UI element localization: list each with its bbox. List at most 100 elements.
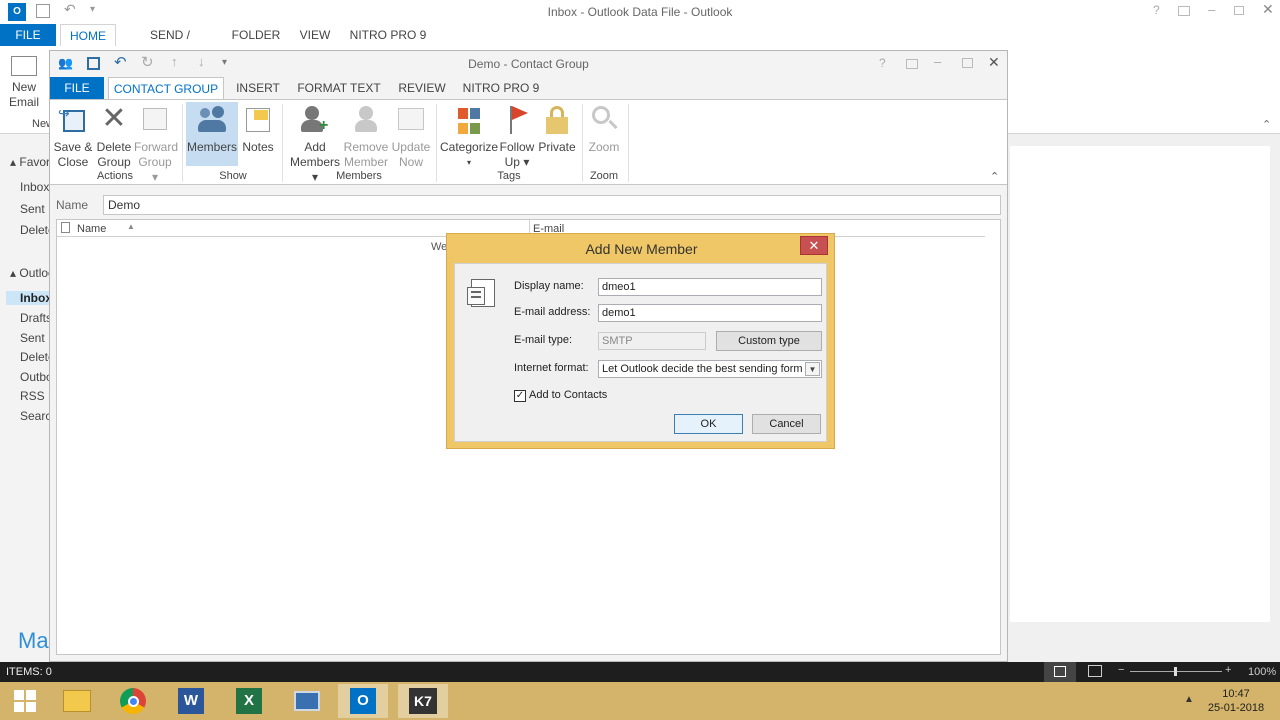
chrome-icon [120, 688, 146, 714]
zoom-out-icon[interactable]: − [1118, 664, 1124, 676]
email-address-input[interactable]: demo1 [598, 304, 822, 322]
k7-icon: K7 [409, 688, 437, 714]
zoom-slider[interactable] [1130, 667, 1222, 676]
outlook-titlebar: O ↶ ▾ Inbox - Outlook Data File - Outloo… [0, 0, 1280, 24]
cancel-button[interactable]: Cancel [752, 414, 821, 434]
tab-nitro[interactable]: NITRO PRO 9 [348, 24, 428, 46]
chevron-down-icon[interactable]: ▼ [805, 362, 820, 376]
notes-button[interactable]: Notes [240, 104, 276, 155]
close-icon[interactable]: ✕ [988, 54, 1000, 71]
folder-icon [63, 690, 91, 712]
icon-column-icon[interactable] [61, 222, 70, 233]
save-close-label-1: Save & [53, 140, 93, 154]
clock[interactable]: 10:47 25-01-2018 [1200, 687, 1272, 715]
add-new-member-dialog: Add New Member ✕ Display name: dmeo1 E-m… [446, 233, 835, 449]
notes-label: Notes [242, 140, 274, 154]
taskbar-excel[interactable]: X [224, 684, 274, 718]
taskbar-k7[interactable]: K7 [398, 684, 448, 718]
delete-group-button[interactable]: ✕ Delete Group [94, 104, 134, 170]
delete-x-icon: ✕ [101, 102, 127, 135]
add-to-contacts-checkbox[interactable]: ✓ [514, 390, 526, 402]
nav-outbox[interactable]: Outbox [20, 370, 50, 384]
remove-member-button[interactable]: Remove Member [342, 104, 390, 170]
monitor-icon [294, 691, 320, 711]
help-icon[interactable]: ? [1153, 3, 1160, 17]
nav-sent[interactable]: Sent Items [20, 331, 50, 345]
taskbar-outlook[interactable]: O [338, 684, 388, 718]
tab-nitro[interactable]: NITRO PRO 9 [460, 77, 542, 99]
taskbar-word[interactable]: W [166, 684, 216, 718]
display-name-input[interactable]: dmeo1 [598, 278, 822, 296]
maximize-icon[interactable] [1234, 6, 1244, 15]
add-to-contacts-label[interactable]: Add to Contacts [529, 389, 607, 401]
internet-format-select[interactable]: Let Outlook decide the best sending form [598, 360, 822, 378]
email-address-label: E-mail address: [514, 306, 591, 318]
email-type-input[interactable]: SMTP [598, 332, 706, 350]
ribbon-separator [282, 104, 283, 182]
start-button[interactable] [0, 684, 50, 718]
nav-deleted[interactable]: Deleted Items [20, 350, 50, 364]
zoom-level[interactable]: 100% [1248, 666, 1276, 678]
tray-chevron-icon[interactable]: ▲ [1184, 694, 1194, 705]
tab-folder[interactable]: FOLDER [230, 24, 282, 46]
nav-fav-inbox[interactable]: Inbox [20, 180, 50, 194]
taskbar-file-explorer[interactable] [52, 684, 102, 718]
update-now-button[interactable]: Update Now [390, 104, 432, 170]
taskbar-network-app[interactable] [282, 684, 332, 718]
collapse-ribbon-icon[interactable]: ⌃ [990, 170, 999, 183]
favorites-header[interactable]: ▴ Favorites [10, 155, 52, 169]
mail-nav-label[interactable]: Ma [18, 628, 49, 654]
minimize-icon[interactable]: – [1208, 2, 1215, 17]
minimize-icon[interactable]: – [934, 54, 941, 69]
ribbon-separator [436, 104, 437, 182]
categorize-button[interactable]: Categorize ▾ [440, 104, 498, 170]
tab-insert[interactable]: INSERT [232, 77, 284, 99]
nav-inbox[interactable]: Inbox [6, 291, 52, 305]
collapse-ribbon-icon[interactable]: ⌃ [1262, 118, 1271, 131]
taskbar-chrome[interactable] [108, 684, 158, 718]
private-button[interactable]: Private [536, 104, 578, 155]
custom-type-button[interactable]: Custom type [716, 331, 822, 351]
outlook-ribbon-tabs: FILE HOME SEND / RECEIVE FOLDER VIEW NIT… [0, 24, 1280, 64]
group-name-input[interactable]: Demo [103, 195, 1001, 215]
display-name-label: Display name: [514, 280, 584, 292]
tab-home[interactable]: HOME [60, 24, 116, 46]
help-icon[interactable]: ? [879, 56, 886, 70]
ribbon-display-icon[interactable] [906, 59, 918, 69]
nav-search-folders[interactable]: Search Folders [20, 409, 50, 423]
maximize-icon[interactable] [962, 58, 973, 68]
nav-drafts[interactable]: Drafts [20, 311, 50, 325]
ribbon-separator [582, 104, 583, 182]
zoom-label: Zoom [588, 140, 620, 154]
reading-view-icon[interactable] [1088, 665, 1102, 677]
zoom-button[interactable]: Zoom [584, 104, 624, 155]
nav-rss[interactable]: RSS Feeds [20, 389, 50, 403]
new-email-button[interactable]: New Email [4, 56, 44, 110]
ribbon-separator [182, 104, 183, 182]
tab-review[interactable]: REVIEW [394, 77, 450, 99]
column-name[interactable]: Name [77, 223, 106, 235]
normal-view-icon[interactable] [1044, 662, 1076, 682]
dialog-close-button[interactable]: ✕ [800, 236, 828, 255]
tab-contact-group[interactable]: CONTACT GROUP [108, 77, 224, 99]
status-bar: ITEMS: 0 − + 100% [0, 662, 1280, 682]
save-close-button[interactable]: ↪ Save & Close [52, 104, 94, 170]
follow-up-label-2: Up ▾ [504, 155, 530, 169]
follow-up-button[interactable]: Follow Up ▾ [498, 104, 536, 170]
outlook-data-header[interactable]: ▴ Outlook Data File [10, 266, 52, 280]
tab-file[interactable]: FILE [0, 24, 56, 46]
ribbon-display-icon[interactable] [1178, 6, 1190, 16]
close-icon[interactable]: ✕ [1262, 1, 1274, 18]
tab-view[interactable]: VIEW [296, 24, 334, 46]
members-button[interactable]: Members [186, 102, 238, 166]
nav-fav-sent[interactable]: Sent Items [20, 202, 50, 216]
zoom-in-icon[interactable]: + [1225, 664, 1231, 676]
ok-button[interactable]: OK [674, 414, 743, 434]
windows-logo-icon [14, 690, 36, 712]
tab-format-text[interactable]: FORMAT TEXT [296, 77, 382, 99]
add-member-icon: + [299, 104, 331, 136]
nav-fav-deleted[interactable]: Deleted Items [20, 223, 50, 237]
tab-send-receive[interactable]: SEND / RECEIVE [124, 24, 216, 64]
zoom-slider-thumb[interactable] [1174, 667, 1177, 676]
tab-file[interactable]: FILE [50, 77, 104, 99]
